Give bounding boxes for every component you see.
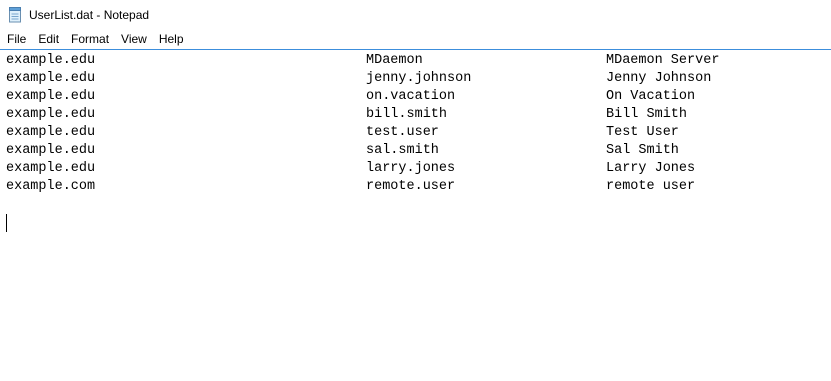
text-line: example.edu bill.smith Bill Smith (0, 106, 831, 124)
username-text: bill.smith (366, 107, 448, 122)
menu-help[interactable]: Help (153, 30, 190, 49)
full-name-text: Larry Jones (606, 161, 696, 176)
domain-text: example.edu (6, 71, 96, 86)
full-name-text: remote user (606, 179, 696, 194)
domain-text: example.edu (6, 89, 96, 104)
text-line: example.edu sal.smith Sal Smith (0, 142, 831, 160)
text-line-empty (0, 196, 831, 232)
menu-file[interactable]: File (1, 30, 32, 49)
text-line: example.edu jenny.johnson Jenny Johnson (0, 70, 831, 88)
username-text: sal.smith (366, 143, 439, 158)
username-text: larry.jones (366, 161, 456, 176)
text-line: example.edu MDaemon MDaemon Server (0, 52, 831, 70)
text-line: example.edu on.vacation On Vacation (0, 88, 831, 106)
domain-text: example.edu (6, 143, 96, 158)
menu-format[interactable]: Format (65, 30, 115, 49)
username-text: on.vacation (366, 89, 456, 104)
full-name-text: On Vacation (606, 89, 696, 104)
menu-bar: File Edit Format View Help (0, 30, 831, 50)
full-name-text: Test User (606, 125, 679, 140)
notepad-icon (8, 7, 22, 23)
domain-text: example.edu (6, 125, 96, 140)
menu-view[interactable]: View (115, 30, 153, 49)
username-text: MDaemon (366, 53, 423, 68)
domain-text: example.edu (6, 53, 96, 68)
text-line: example.edu larry.jones Larry Jones (0, 160, 831, 178)
full-name-text: Sal Smith (606, 143, 679, 158)
full-name-text: Jenny Johnson (606, 71, 712, 86)
notepad-window: UserList.dat - Notepad File Edit Format … (0, 0, 831, 381)
username-text: test.user (366, 125, 439, 140)
text-line: example.edu test.user Test User (0, 124, 831, 142)
window-title: UserList.dat - Notepad (29, 8, 150, 22)
title-bar[interactable]: UserList.dat - Notepad (0, 0, 831, 30)
username-text: remote.user (366, 179, 456, 194)
full-name-text: Bill Smith (606, 107, 688, 122)
full-name-text: MDaemon Server (606, 53, 720, 68)
domain-text: example.edu (6, 107, 96, 122)
text-line: example.com remote.user remote user (0, 178, 831, 196)
username-text: jenny.johnson (366, 71, 472, 86)
menu-edit[interactable]: Edit (32, 30, 65, 49)
domain-text: example.edu (6, 161, 96, 176)
text-editor-area[interactable]: example.edu MDaemon MDaemon Server examp… (0, 52, 831, 381)
text-caret (6, 214, 7, 232)
domain-text: example.com (6, 179, 96, 194)
